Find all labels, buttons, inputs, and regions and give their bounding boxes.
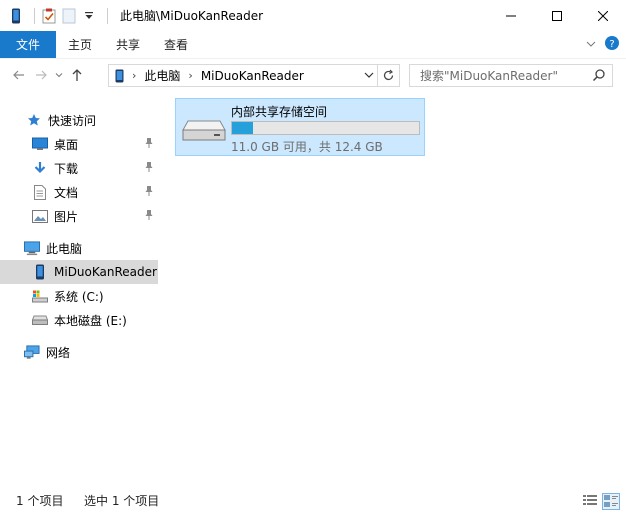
item-count: 1 个项目 — [16, 494, 64, 508]
new-folder-icon[interactable] — [61, 8, 77, 24]
breadcrumb-device[interactable]: MiDuoKanReader — [201, 69, 304, 83]
nav-item-documents[interactable]: 文档 — [0, 180, 158, 204]
network-icon — [24, 344, 40, 360]
forward-button[interactable] — [30, 64, 52, 86]
navigation-pane: 快速访问 桌面 下载 文档 图片 此电脑 MiDuoKanReader 系统 (… — [0, 100, 158, 480]
title-bar: 此电脑\MiDuoKanReader — [0, 0, 626, 31]
nav-item-device[interactable]: MiDuoKanReader — [0, 260, 158, 284]
nav-item-pictures[interactable]: 图片 — [0, 204, 158, 228]
nav-item-network[interactable]: 网络 — [0, 340, 158, 364]
phone-icon — [32, 264, 48, 280]
computer-icon — [24, 240, 40, 256]
toolbar-separator — [107, 7, 108, 24]
breadcrumb-separator: › — [188, 69, 193, 82]
tab-home[interactable]: 主页 — [56, 31, 104, 58]
pin-icon[interactable] — [144, 161, 154, 176]
address-bar[interactable]: › 此电脑 › MiDuoKanReader — [108, 64, 400, 87]
toolbar-separator — [34, 7, 35, 24]
ribbon-right-controls: ? — [586, 31, 620, 58]
phone-icon — [8, 8, 24, 24]
nav-label: 快速访问 — [48, 113, 97, 128]
nav-label: 文档 — [54, 185, 79, 200]
status-bar: 1 个项目 选中 1 个项目 — [0, 488, 626, 513]
pin-icon[interactable] — [144, 209, 154, 224]
nav-label: 下载 — [54, 161, 79, 176]
document-icon — [32, 184, 48, 200]
minimize-button[interactable] — [488, 0, 534, 31]
storage-drive-icon — [182, 119, 226, 144]
tab-share[interactable]: 共享 — [104, 31, 152, 58]
view-switcher — [582, 493, 620, 510]
nav-label: MiDuoKanReader — [54, 265, 157, 279]
recent-locations-button[interactable] — [52, 64, 66, 86]
nav-item-this-pc[interactable]: 此电脑 — [0, 236, 158, 260]
nav-label: 系统 (C:) — [54, 289, 104, 304]
storage-usage-fill — [232, 122, 254, 134]
storage-usage-bar — [231, 121, 420, 135]
nav-item-quick-access[interactable]: 快速访问 — [0, 108, 158, 132]
download-icon — [32, 160, 48, 176]
nav-label: 图片 — [54, 209, 79, 224]
expand-ribbon-icon[interactable] — [586, 38, 596, 52]
maximize-button[interactable] — [534, 0, 580, 31]
details-view-icon[interactable] — [582, 493, 598, 510]
star-icon — [26, 112, 42, 128]
tab-view[interactable]: 查看 — [152, 31, 200, 58]
nav-item-downloads[interactable]: 下载 — [0, 156, 158, 180]
window-title: 此电脑\MiDuoKanReader — [120, 9, 264, 23]
nav-item-desktop[interactable]: 桌面 — [0, 132, 158, 156]
storage-info: 11.0 GB 可用，共 12.4 GB — [231, 140, 383, 154]
storage-name: 内部共享存储空间 — [231, 105, 328, 119]
search-placeholder: 搜索"MiDuoKanReader" — [420, 69, 559, 83]
navigation-bar: › 此电脑 › MiDuoKanReader 搜索"MiDuoKanReader… — [0, 58, 626, 90]
nav-item-drive-c[interactable]: 系统 (C:) — [0, 284, 158, 308]
help-icon[interactable]: ? — [604, 35, 620, 54]
nav-label: 网络 — [46, 345, 71, 360]
system-drive-icon — [32, 288, 48, 304]
nav-label: 本地磁盘 (E:) — [54, 313, 127, 328]
properties-icon[interactable] — [41, 8, 57, 24]
nav-label: 此电脑 — [46, 241, 83, 256]
nav-item-drive-e[interactable]: 本地磁盘 (E:) — [0, 308, 158, 332]
customize-toolbar-icon[interactable] — [81, 8, 97, 24]
ribbon-tabs: 文件 主页 共享 查看 ? — [0, 31, 626, 58]
storage-tile[interactable]: 内部共享存储空间 11.0 GB 可用，共 12.4 GB — [175, 98, 425, 156]
search-box[interactable]: 搜索"MiDuoKanReader" — [409, 64, 613, 87]
drive-icon — [32, 312, 48, 328]
nav-label: 桌面 — [54, 137, 79, 152]
tab-file[interactable]: 文件 — [0, 31, 56, 58]
up-button[interactable] — [66, 64, 88, 86]
pictures-icon — [32, 208, 48, 224]
address-dropdown-icon[interactable] — [363, 68, 375, 85]
pin-icon[interactable] — [144, 137, 154, 152]
phone-icon — [115, 69, 124, 83]
search-icon[interactable] — [592, 68, 606, 85]
selected-count: 选中 1 个项目 — [84, 494, 160, 508]
close-button[interactable] — [580, 0, 626, 31]
pin-icon[interactable] — [144, 185, 154, 200]
back-button[interactable] — [8, 64, 30, 86]
desktop-icon — [32, 136, 48, 152]
svg-text:?: ? — [609, 39, 614, 50]
refresh-button[interactable] — [377, 65, 399, 86]
breadcrumb-separator: › — [132, 69, 137, 82]
tiles-view-icon[interactable] — [602, 493, 620, 510]
quick-access-toolbar — [0, 0, 114, 31]
window-controls — [488, 0, 626, 31]
breadcrumb-this-pc[interactable]: 此电脑 — [144, 67, 180, 84]
